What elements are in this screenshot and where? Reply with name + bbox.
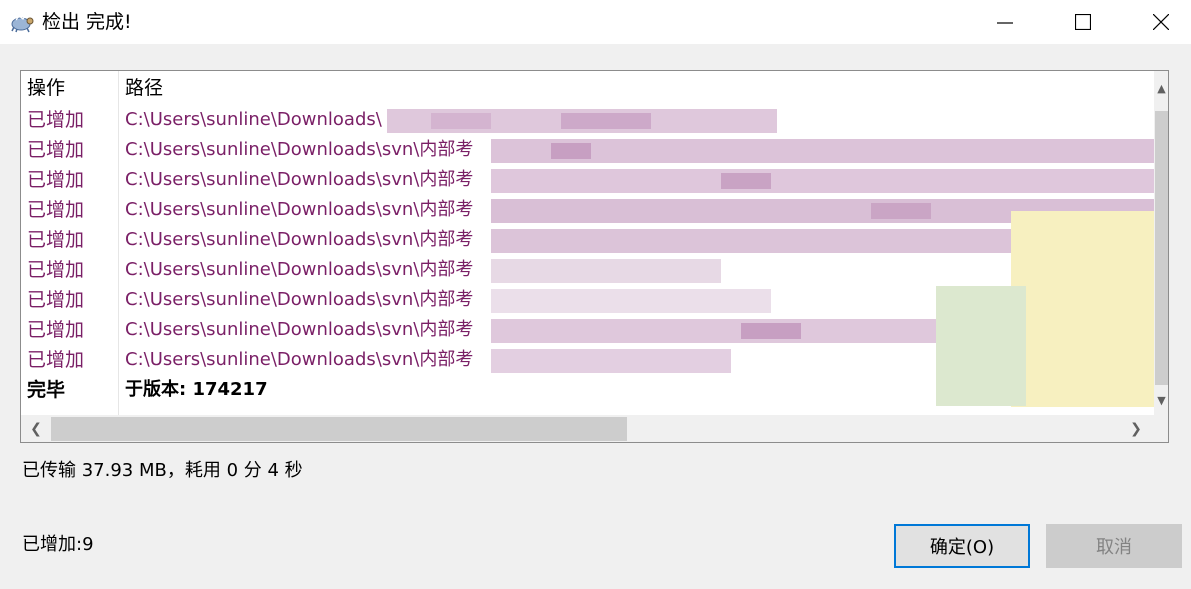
close-icon [1153,14,1169,30]
row-action: 已增加 [27,229,85,251]
row-action: 完毕 [27,379,66,401]
added-count: 已增加:9 [22,534,94,555]
row-path: C:\Users\sunline\Downloads\svn\内部考 [125,259,474,280]
row-action: 已增加 [27,259,85,281]
maximize-icon [1075,14,1091,30]
row-path: C:\Users\sunline\Downloads\svn\内部考 [125,289,474,310]
maximize-button[interactable] [1046,0,1120,44]
scroll-down-icon[interactable]: ▼ [1154,389,1168,411]
row-path: C:\Users\sunline\Downloads\svn\内部考 [125,169,474,190]
scroll-left-icon[interactable]: ❮ [25,417,47,441]
column-header-path[interactable]: 路径 [125,71,163,103]
row-path: C:\Users\sunline\Downloads\svn\内部考 [125,199,474,220]
row-path: C:\Users\sunline\Downloads\ [125,109,382,130]
vertical-scrollbar[interactable]: ▲ ▼ [1154,71,1168,415]
vertical-scroll-thumb[interactable] [1155,111,1168,385]
scroll-right-icon[interactable]: ❯ [1125,417,1147,441]
row-action: 已增加 [27,199,85,221]
column-header-action[interactable]: 操作 [27,71,65,103]
tortoisesvn-icon [10,10,36,34]
row-path: C:\Users\sunline\Downloads\svn\内部考 [125,139,474,160]
transfer-summary: 已传输 37.93 MB，耗用 0 分 4 秒 [22,460,303,481]
row-action: 已增加 [27,289,85,311]
row-action: 已增加 [27,169,85,191]
list-header: 操作 路径 [21,71,1154,103]
row-action: 已增加 [27,109,85,131]
ok-button[interactable]: 确定(O) [894,524,1030,568]
row-path: C:\Users\sunline\Downloads\svn\内部考 [125,319,474,340]
row-path: C:\Users\sunline\Downloads\svn\内部考 [125,229,474,250]
title-bar: 检出 完成! [0,0,1191,44]
minimize-icon [997,22,1013,24]
horizontal-scrollbar[interactable]: ❮ ❯ [21,415,1154,442]
row-action: 已增加 [27,349,85,371]
horizontal-scroll-thumb[interactable] [51,417,627,441]
row-action: 已增加 [27,319,85,341]
row-path: C:\Users\sunline\Downloads\svn\内部考 [125,349,474,370]
row-action: 已增加 [27,139,85,161]
scrollbar-corner [1154,415,1168,442]
scroll-up-icon[interactable]: ▲ [1154,77,1168,99]
window-title: 检出 完成! [42,11,132,33]
checkout-results-list[interactable]: 操作 路径 已增加 C:\Users\sunline\Downloads\ 已增… [20,70,1169,443]
cancel-button[interactable]: 取消 [1046,524,1182,568]
minimize-button[interactable] [968,0,1042,44]
close-button[interactable] [1124,0,1191,44]
revision-label: 于版本: 174217 [125,379,268,400]
